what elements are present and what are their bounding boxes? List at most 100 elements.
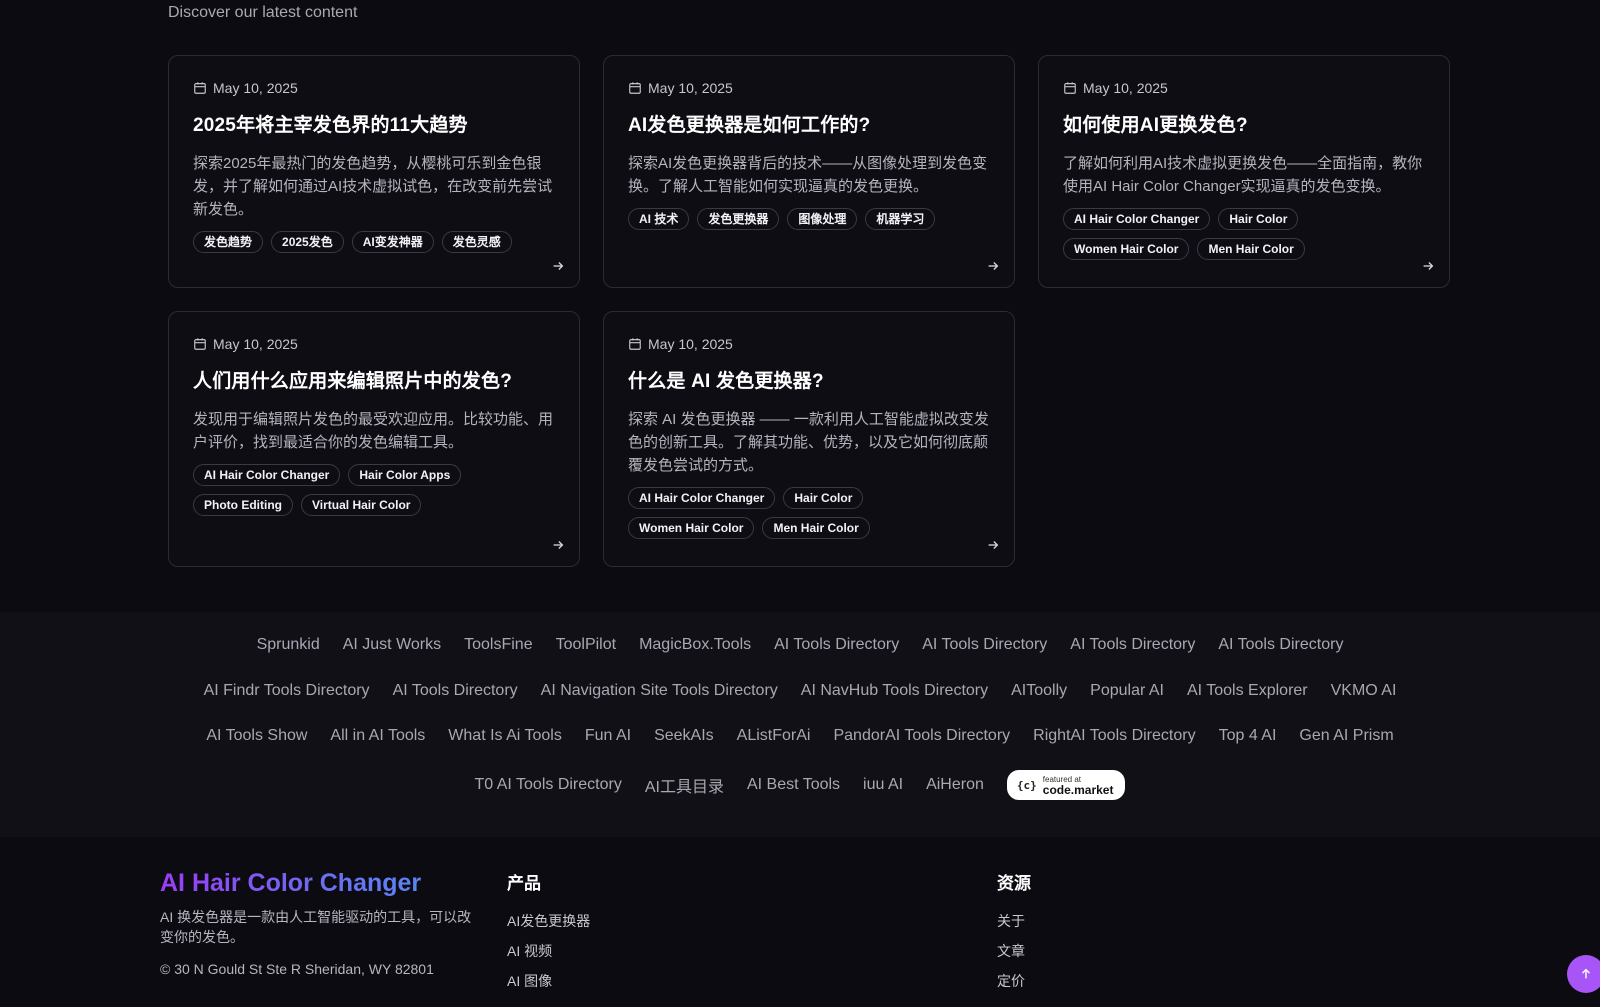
- post-tag[interactable]: Hair Color: [1218, 208, 1299, 230]
- footer: AI Hair Color Changer AI 换发色器是一款由人工智能驱动的…: [0, 837, 1600, 1007]
- partner-link[interactable]: Sprunkid: [257, 636, 320, 654]
- partner-links-row: T0 AI Tools Directory AI工具目录 AI Best Too…: [0, 770, 1600, 800]
- partner-link[interactable]: All in AI Tools: [330, 727, 425, 745]
- partner-link[interactable]: AI Tools Show: [206, 727, 307, 745]
- partner-link[interactable]: Fun AI: [585, 727, 631, 745]
- partner-link[interactable]: AI NavHub Tools Directory: [801, 682, 988, 700]
- footer-brand[interactable]: AI Hair Color Changer: [160, 869, 421, 898]
- post-tag[interactable]: Hair Color Apps: [348, 464, 462, 486]
- post-tag[interactable]: AI变发神器: [351, 231, 434, 253]
- partner-link[interactable]: VKMO AI: [1331, 682, 1397, 700]
- footer-link[interactable]: 定价: [997, 972, 1031, 1002]
- page: Discover our latest content May 10, 2025…: [0, 0, 1600, 1007]
- blog-card[interactable]: May 10, 2025 人们用什么应用来编辑照片中的发色? 发现用于编辑照片发…: [168, 311, 580, 567]
- post-title[interactable]: 什么是 AI 发色更换器?: [628, 370, 990, 394]
- partner-link[interactable]: AiHeron: [926, 776, 984, 794]
- post-tag[interactable]: AI 技术: [628, 208, 690, 230]
- blog-card-grid: May 10, 2025 2025年将主宰发色界的11大趋势 探索2025年最热…: [168, 55, 1450, 567]
- partner-links-row: AI Tools Show All in AI Tools What Is Ai…: [0, 727, 1600, 745]
- blog-card[interactable]: May 10, 2025 什么是 AI 发色更换器? 探索 AI 发色更换器 —…: [603, 311, 1015, 567]
- partner-link[interactable]: ToolsFine: [464, 636, 532, 654]
- partner-link[interactable]: AI Tools Directory: [774, 636, 899, 654]
- partner-link[interactable]: Popular AI: [1090, 682, 1164, 700]
- partner-link[interactable]: Gen AI Prism: [1299, 727, 1393, 745]
- partner-link[interactable]: AListForAi: [737, 727, 811, 745]
- partner-link[interactable]: AI Just Works: [343, 636, 441, 654]
- section-subtitle: Discover our latest content: [168, 4, 358, 21]
- arrow-right-icon[interactable]: [1421, 259, 1435, 273]
- post-tag[interactable]: AI Hair Color Changer: [628, 487, 776, 509]
- post-tag[interactable]: 图像处理: [787, 208, 858, 230]
- partner-links-row: Sprunkid AI Just Works ToolsFine ToolPil…: [0, 636, 1600, 654]
- scroll-to-top-button[interactable]: [1567, 955, 1600, 993]
- partner-link[interactable]: AI Tools Explorer: [1187, 682, 1308, 700]
- post-title[interactable]: 如何使用AI更换发色?: [1063, 114, 1425, 138]
- partner-link[interactable]: AIToolly: [1011, 682, 1067, 700]
- post-title[interactable]: 人们用什么应用来编辑照片中的发色?: [193, 370, 555, 394]
- partner-link[interactable]: AI Findr Tools Directory: [204, 682, 370, 700]
- blog-card[interactable]: May 10, 2025 AI发色更换器是如何工作的? 探索AI发色更换器背后的…: [603, 55, 1015, 288]
- partner-link[interactable]: Top 4 AI: [1219, 727, 1277, 745]
- post-title[interactable]: AI发色更换器是如何工作的?: [628, 114, 990, 138]
- post-date: May 10, 2025: [628, 78, 990, 98]
- post-tag[interactable]: 发色趋势: [193, 231, 264, 253]
- arrow-right-icon[interactable]: [551, 259, 565, 273]
- partner-link[interactable]: MagicBox.Tools: [639, 636, 751, 654]
- partner-link[interactable]: AI Navigation Site Tools Directory: [541, 682, 778, 700]
- post-tag[interactable]: 机器学习: [865, 208, 936, 230]
- arrow-right-icon[interactable]: [986, 538, 1000, 552]
- post-tag[interactable]: Men Hair Color: [1197, 238, 1305, 260]
- post-tag[interactable]: 发色更换器: [697, 208, 780, 230]
- footer-products-column: 产品 AI发色更换器 AI 视频 AI 图像: [507, 869, 590, 1002]
- partner-link[interactable]: AI Tools Directory: [1070, 636, 1195, 654]
- partner-links: Sprunkid AI Just Works ToolsFine ToolPil…: [0, 612, 1600, 837]
- partner-link[interactable]: PandorAI Tools Directory: [833, 727, 1010, 745]
- arrow-right-icon[interactable]: [986, 259, 1000, 273]
- partner-link[interactable]: SeekAIs: [654, 727, 714, 745]
- post-tag[interactable]: 发色灵感: [441, 231, 512, 253]
- footer-column-title: 产品: [507, 874, 541, 893]
- footer-column-title: 资源: [997, 874, 1031, 893]
- post-date: May 10, 2025: [193, 78, 555, 98]
- post-tag[interactable]: Virtual Hair Color: [300, 494, 422, 516]
- post-date-text: May 10, 2025: [213, 80, 298, 96]
- post-tag[interactable]: Photo Editing: [193, 494, 293, 516]
- post-tag[interactable]: Men Hair Color: [762, 517, 870, 539]
- post-excerpt: 了解如何利用AI技术虚拟更换发色——全面指南，教你使用AI Hair Color…: [1063, 155, 1423, 195]
- partner-link[interactable]: AI Best Tools: [747, 776, 840, 794]
- post-title[interactable]: 2025年将主宰发色界的11大趋势: [193, 114, 555, 138]
- partner-link[interactable]: AI Tools Directory: [393, 682, 518, 700]
- post-tag[interactable]: AI Hair Color Changer: [1063, 208, 1211, 230]
- partner-link[interactable]: T0 AI Tools Directory: [475, 776, 622, 794]
- blog-card[interactable]: May 10, 2025 如何使用AI更换发色? 了解如何利用AI技术虚拟更换发…: [1038, 55, 1450, 288]
- calendar-icon: [194, 82, 206, 94]
- post-tag[interactable]: 2025发色: [271, 231, 344, 253]
- footer-link[interactable]: AI 视频: [507, 942, 590, 972]
- partner-link[interactable]: AI Tools Directory: [922, 636, 1047, 654]
- footer-link[interactable]: 文章: [997, 942, 1031, 972]
- footer-link[interactable]: AI发色更换器: [507, 912, 590, 942]
- blog-card[interactable]: May 10, 2025 2025年将主宰发色界的11大趋势 探索2025年最热…: [168, 55, 580, 288]
- partner-link[interactable]: RightAI Tools Directory: [1033, 727, 1195, 745]
- partner-link[interactable]: iuu AI: [863, 776, 903, 794]
- footer-link[interactable]: 关于: [997, 912, 1031, 942]
- post-tag[interactable]: Hair Color: [783, 487, 864, 509]
- footer-resources-column: 资源 关于 文章 定价: [997, 869, 1031, 1002]
- calendar-icon: [1064, 82, 1076, 94]
- post-date-text: May 10, 2025: [648, 336, 733, 352]
- partner-link[interactable]: AI Tools Directory: [1218, 636, 1343, 654]
- post-excerpt: 探索AI发色更换器背后的技术——从图像处理到发色变换。了解人工智能如何实现逼真的…: [628, 155, 988, 195]
- partner-link[interactable]: AI工具目录: [645, 773, 724, 797]
- post-tag[interactable]: Women Hair Color: [1063, 238, 1190, 260]
- code-market-badge[interactable]: {c} featured at code.market: [1006, 770, 1126, 800]
- post-tag[interactable]: Women Hair Color: [628, 517, 755, 539]
- partner-link[interactable]: What Is Ai Tools: [448, 727, 562, 745]
- arrow-right-icon[interactable]: [551, 538, 565, 552]
- code-market-logo-icon: {c}: [1016, 778, 1037, 792]
- post-tag[interactable]: AI Hair Color Changer: [193, 464, 341, 486]
- partner-link[interactable]: ToolPilot: [556, 636, 616, 654]
- post-date-text: May 10, 2025: [213, 336, 298, 352]
- calendar-icon: [629, 338, 641, 350]
- post-tags: AI Hair Color Changer Hair Color Women H…: [1063, 208, 1403, 260]
- footer-link[interactable]: AI 图像: [507, 972, 590, 1002]
